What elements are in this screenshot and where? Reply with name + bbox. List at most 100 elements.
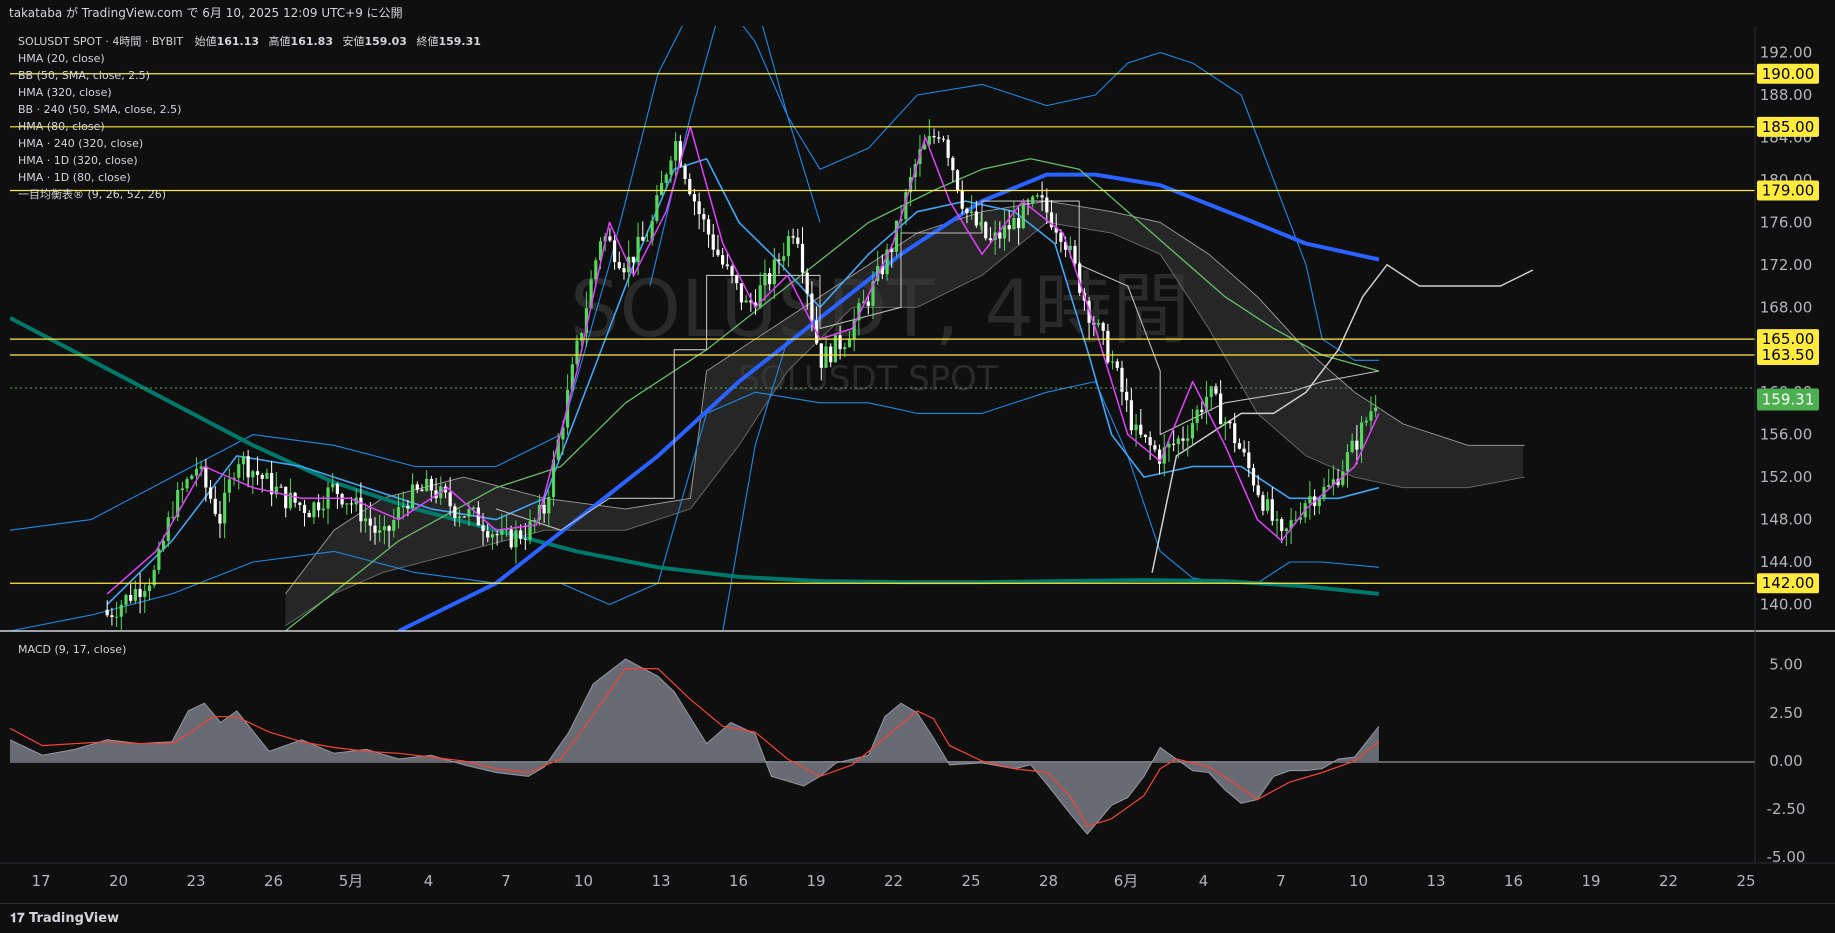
candle-body: [824, 346, 828, 368]
candle-body: [396, 507, 401, 520]
indicator-legend-item[interactable]: HMA · 1D (80, close): [18, 171, 131, 184]
candle-body: [387, 526, 391, 531]
indicator-legend-item[interactable]: HMA (80, close): [18, 120, 105, 133]
date-tick: 4: [1199, 872, 1209, 890]
footer: 𝟏𝟕 TradingView: [0, 903, 1835, 933]
candle-body: [932, 136, 936, 138]
indicator-legend-item[interactable]: BB · 240 (50, SMA, close, 2.5): [18, 103, 181, 116]
level-tag-label: 179.00: [1762, 182, 1815, 200]
close-value: 159.31: [438, 35, 480, 48]
candle-body: [345, 503, 349, 505]
candle-body: [180, 488, 184, 491]
candle-body: [157, 549, 161, 571]
candle-body: [608, 236, 612, 241]
candle-body: [378, 530, 382, 533]
candle-body: [105, 609, 109, 616]
candle-body: [974, 211, 978, 226]
candle-body: [1181, 438, 1185, 441]
date-tick: 10: [574, 872, 593, 890]
candle-body: [716, 249, 720, 256]
candle-body: [542, 504, 546, 514]
candle-body: [500, 529, 504, 535]
indicator-legend-item[interactable]: HMA · 240 (320, close): [18, 137, 143, 150]
candle-body: [1031, 196, 1035, 204]
candle-body: [730, 266, 734, 276]
candle-body: [810, 293, 814, 321]
candle-body: [1195, 409, 1199, 424]
candle-body: [636, 236, 640, 263]
candle-body: [133, 589, 137, 601]
candle-body: [1350, 440, 1354, 453]
candle-body: [467, 509, 471, 517]
candle-body: [495, 534, 499, 536]
date-tick: 25: [961, 872, 980, 890]
date-tick: 17: [31, 872, 50, 890]
candle-body: [1106, 330, 1110, 363]
candle-body: [1017, 217, 1021, 229]
candle-body: [1223, 421, 1227, 425]
symbol-name: SOLUSDT SPOT · 4時間 · BYBIT: [18, 35, 183, 48]
candle-body: [706, 219, 711, 235]
candle-body: [1275, 519, 1279, 521]
candle-body: [420, 489, 424, 492]
candle-body: [340, 493, 344, 505]
macd-legend[interactable]: MACD (9, 17, close): [18, 643, 126, 656]
candle-body: [349, 503, 354, 505]
candle-body: [829, 346, 833, 363]
candle-body: [199, 466, 203, 469]
price-tick: 156.00: [1760, 426, 1813, 444]
candle-body: [246, 456, 250, 478]
candle-body: [1101, 322, 1105, 331]
indicator-legend-item[interactable]: HMA · 1D (320, close): [18, 154, 138, 167]
candle-body: [523, 538, 527, 540]
candle-body: [796, 237, 800, 244]
price-tick: 168.00: [1760, 298, 1813, 316]
candle-body: [622, 268, 626, 273]
candle-body: [392, 519, 396, 531]
candle-body: [119, 604, 123, 617]
indicator-legend-item[interactable]: BB (50, SMA, close, 2.5): [18, 69, 150, 82]
indicator-legend-item[interactable]: HMA (320, close): [18, 86, 112, 99]
candle-body: [669, 160, 673, 175]
candle-body: [415, 484, 419, 490]
candle-body: [1369, 411, 1373, 421]
candle-body: [1261, 495, 1265, 511]
macd-tick: 0.00: [1769, 752, 1802, 770]
candle-body: [763, 273, 767, 286]
level-tag-label: 142.00: [1762, 574, 1815, 592]
candle-body: [739, 283, 744, 303]
candle-body: [204, 466, 208, 488]
candle-body: [674, 141, 678, 161]
candle-body: [185, 479, 189, 489]
macd-tick: -2.50: [1767, 800, 1806, 818]
candle-body: [937, 137, 941, 139]
candle-body: [1251, 467, 1256, 486]
date-tick: 20: [109, 872, 128, 890]
open-value: 161.13: [217, 35, 259, 48]
candle-body: [1266, 499, 1270, 511]
candle-body: [410, 484, 415, 509]
indicator-legend-item[interactable]: HMA (20, close): [18, 52, 105, 65]
candle-body: [955, 170, 960, 191]
candle-body: [1280, 519, 1284, 532]
candle-body: [791, 236, 795, 238]
chart-area[interactable]: SOLUSDT, 4時間 SOLUSDT SPOT MACD (9, 17, c…: [0, 26, 1835, 903]
candle-body: [847, 339, 852, 348]
candle-body: [721, 255, 725, 265]
candle-body: [768, 273, 772, 285]
indicator-legend-item[interactable]: 一目均衡表® (9, 26, 52, 26): [18, 187, 166, 201]
candle-body: [960, 190, 964, 209]
candle-body: [1134, 424, 1138, 431]
candle-body: [1219, 393, 1223, 425]
candle-body: [777, 259, 781, 261]
candle-body: [528, 521, 532, 540]
candle-body: [1190, 423, 1195, 439]
candle-body: [1110, 361, 1115, 363]
candle-body: [1256, 485, 1260, 496]
candle-body: [641, 236, 645, 241]
candle-body: [509, 529, 513, 548]
tradingview-logo[interactable]: 𝟏𝟕 TradingView: [10, 911, 119, 926]
date-tick: 22: [884, 872, 903, 890]
candle-body: [279, 486, 283, 488]
candle-body: [664, 174, 668, 183]
